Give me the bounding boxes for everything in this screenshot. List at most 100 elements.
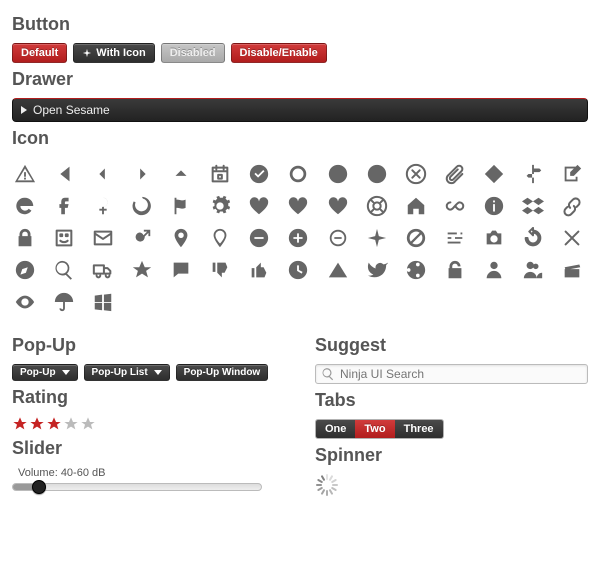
finder-icon — [53, 227, 75, 249]
caret-up-icon — [170, 163, 192, 185]
section-button-title: Button — [12, 14, 588, 35]
user-icon — [483, 259, 505, 281]
circle-icon — [287, 163, 309, 185]
caret-left-solid-icon — [53, 163, 75, 185]
section-drawer-title: Drawer — [12, 69, 588, 90]
clapper-icon — [561, 259, 583, 281]
thumbs-up-icon — [248, 259, 270, 281]
star-icon[interactable] — [80, 416, 96, 432]
target-icon — [327, 163, 349, 185]
section-spinner-title: Spinner — [315, 445, 588, 466]
compass-icon — [14, 259, 36, 281]
lifebuoy-icon — [366, 195, 388, 217]
popup-button[interactable]: Pop-Up — [12, 364, 78, 381]
section-popup-title: Pop-Up — [12, 335, 285, 356]
edit-box-icon — [561, 163, 583, 185]
disabled-button: Disabled — [161, 43, 225, 63]
heart-minus-icon — [327, 195, 349, 217]
drawer-label: Open Sesame — [33, 103, 110, 117]
calendar-icon — [209, 163, 231, 185]
shuriken-icon — [82, 48, 92, 58]
icon-grid — [12, 157, 588, 325]
info-icon — [483, 195, 505, 217]
sliders-icon — [444, 227, 466, 249]
star-icon[interactable] — [46, 416, 62, 432]
caret-left-icon — [92, 163, 114, 185]
male-icon — [131, 227, 153, 249]
minus-circle-icon — [327, 227, 349, 249]
drawer-toggle[interactable]: Open Sesame — [12, 98, 588, 122]
unlock-icon — [444, 259, 466, 281]
chat-icon — [170, 259, 192, 281]
paperclip-icon — [444, 163, 466, 185]
ie-icon — [14, 195, 36, 217]
dropbox-icon — [522, 195, 544, 217]
windows-icon — [92, 291, 114, 313]
flag-icon — [170, 195, 192, 217]
umbrella-icon — [53, 291, 75, 313]
clock-icon — [287, 259, 309, 281]
tab-one[interactable]: One — [316, 420, 355, 438]
marker-outline-icon — [209, 227, 231, 249]
slider-label: Volume: 40-60 dB — [12, 467, 285, 479]
slider-thumb[interactable] — [32, 480, 46, 494]
section-rating-title: Rating — [12, 387, 285, 408]
disable-enable-button[interactable]: Disable/Enable — [231, 43, 327, 63]
caret-down-icon — [154, 370, 162, 375]
truck-icon — [92, 259, 114, 281]
female-icon — [92, 195, 114, 217]
rating-stars[interactable] — [12, 416, 285, 432]
section-icon-title: Icon — [12, 128, 588, 149]
alert-icon — [14, 163, 36, 185]
x-circle-icon — [405, 163, 427, 185]
star-icon[interactable] — [12, 416, 28, 432]
star-icon — [131, 259, 153, 281]
lock-icon — [14, 227, 36, 249]
button-row: Default With Icon Disabled Disable/Enabl… — [12, 43, 588, 63]
refresh-icon — [522, 227, 544, 249]
facebook-icon — [53, 195, 75, 217]
tab-three[interactable]: Three — [395, 420, 443, 438]
signpost-icon — [522, 163, 544, 185]
link-icon — [561, 195, 583, 217]
spinner-icon — [315, 474, 337, 496]
tab-two[interactable]: Two — [355, 420, 394, 438]
home-icon — [405, 195, 427, 217]
check-circle-icon — [248, 163, 270, 185]
users-icon — [522, 259, 544, 281]
heart-plus-icon — [287, 195, 309, 217]
slider-track[interactable] — [12, 483, 262, 491]
star-icon[interactable] — [29, 416, 45, 432]
search-input[interactable] — [340, 367, 582, 381]
camera-icon — [483, 227, 505, 249]
section-tabs-title: Tabs — [315, 390, 588, 411]
section-suggest-title: Suggest — [315, 335, 588, 356]
section-slider-title: Slider — [12, 438, 285, 459]
gear-icon — [209, 195, 231, 217]
infinity-icon — [444, 195, 466, 217]
triangle-icon — [327, 259, 349, 281]
marker-icon — [170, 227, 192, 249]
ubuntu-icon — [405, 259, 427, 281]
search-icon — [321, 367, 335, 381]
plus-circle-solid-icon — [287, 227, 309, 249]
suggest-box[interactable] — [315, 364, 588, 384]
eye-icon — [14, 291, 36, 313]
popup-list-button[interactable]: Pop-Up List — [84, 364, 170, 381]
caret-down-icon — [62, 370, 70, 375]
thumbs-down-icon — [209, 259, 231, 281]
mail-icon — [92, 227, 114, 249]
caret-right-icon — [131, 163, 153, 185]
caret-right-icon — [21, 106, 27, 114]
diamond-icon — [483, 163, 505, 185]
with-icon-button[interactable]: With Icon — [73, 43, 154, 63]
x-icon — [561, 227, 583, 249]
popup-window-button[interactable]: Pop-Up Window — [176, 364, 269, 381]
default-button[interactable]: Default — [12, 43, 67, 63]
heart-icon — [248, 195, 270, 217]
with-icon-label: With Icon — [96, 47, 145, 59]
search-icon — [53, 259, 75, 281]
star-icon[interactable] — [63, 416, 79, 432]
twitter-icon — [366, 259, 388, 281]
minus-circle-solid-icon — [248, 227, 270, 249]
